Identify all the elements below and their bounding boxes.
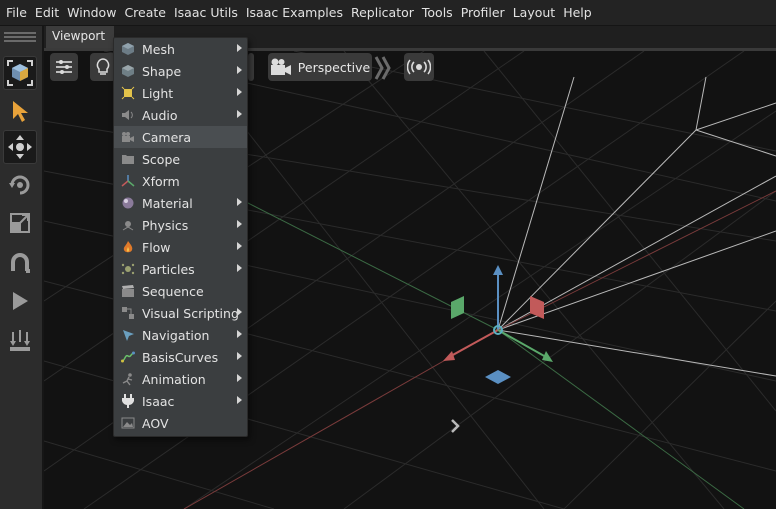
physics-icon (120, 217, 136, 233)
physics-load-button[interactable] (3, 324, 37, 358)
menu-item-isaac[interactable]: Isaac (114, 390, 247, 412)
submenu-arrow-icon (237, 352, 242, 360)
play-icon (13, 292, 28, 310)
move-tool-button[interactable] (3, 130, 37, 164)
menu-item-material[interactable]: Material (114, 192, 247, 214)
material-sphere-icon (120, 195, 136, 211)
create-menu: Mesh Shape Light Audio Camera Scope Xfor… (113, 37, 248, 437)
menu-item-xform[interactable]: Xform (114, 170, 247, 192)
viewport-settings-button[interactable] (50, 53, 78, 81)
particles-icon (120, 261, 136, 277)
drop-arrows-icon (10, 330, 30, 351)
light-icon (120, 85, 136, 101)
menu-replicator[interactable]: Replicator (347, 0, 418, 25)
submenu-arrow-icon (237, 308, 242, 316)
camera-label: Perspective (297, 59, 371, 75)
submenu-arrow-icon (237, 264, 242, 272)
submenu-arrow-icon (237, 396, 242, 404)
menu-item-animation[interactable]: Animation (114, 368, 247, 390)
rotate-icon (9, 175, 30, 195)
broadcast-icon (407, 59, 431, 75)
menu-item-audio[interactable]: Audio (114, 104, 247, 126)
submenu-arrow-icon (237, 242, 242, 250)
menu-item-physics[interactable]: Physics (114, 214, 247, 236)
sliders-icon (56, 60, 72, 74)
menu-item-navigation[interactable]: Navigation (114, 324, 247, 346)
menu-item-basiscurves[interactable]: BasisCurves (114, 346, 247, 368)
render-mode-button-edge[interactable] (248, 53, 254, 81)
submenu-arrow-icon (237, 198, 242, 206)
animation-icon (120, 371, 136, 387)
menu-isaac-utils[interactable]: Isaac Utils (170, 0, 242, 25)
submenu-arrow-icon (237, 374, 242, 382)
rotate-tool-button[interactable] (3, 168, 37, 202)
audio-icon (120, 107, 136, 123)
visual-scripting-icon (120, 305, 136, 321)
clapperboard-icon (120, 283, 136, 299)
snap-button[interactable] (3, 246, 37, 280)
submenu-arrow-icon (237, 330, 242, 338)
submenu-arrow-icon (237, 66, 242, 74)
scale-tool-button[interactable] (3, 206, 37, 240)
menu-bar: File Edit Window Create Isaac Utils Isaa… (0, 0, 776, 26)
play-button[interactable] (3, 284, 37, 318)
menu-item-aov[interactable]: AOV (114, 412, 247, 434)
lightbulb-icon (96, 58, 110, 75)
plug-icon (120, 393, 136, 409)
menu-help[interactable]: Help (559, 0, 596, 25)
menu-item-particles[interactable]: Particles (114, 258, 247, 280)
menu-item-camera[interactable]: Camera (114, 126, 247, 148)
menu-item-shape[interactable]: Shape (114, 60, 247, 82)
double-chevron-icon[interactable] (374, 55, 392, 81)
submenu-arrow-icon (237, 110, 242, 118)
menu-tools[interactable]: Tools (418, 0, 457, 25)
camera-select-button[interactable]: Perspective (268, 53, 372, 81)
menu-create[interactable]: Create (120, 0, 170, 25)
submenu-arrow-icon (237, 44, 242, 52)
submenu-arrow-icon (237, 220, 242, 228)
left-toolbar (0, 26, 44, 509)
menu-file[interactable]: File (0, 0, 31, 25)
move-arrows-icon (8, 135, 32, 159)
magnet-icon (11, 253, 30, 273)
image-icon (120, 415, 136, 431)
tab-viewport[interactable]: Viewport (46, 26, 114, 48)
shape-icon (120, 63, 136, 79)
menu-item-mesh[interactable]: Mesh (114, 38, 247, 60)
menu-item-light[interactable]: Light (114, 82, 247, 104)
menu-edit[interactable]: Edit (31, 0, 63, 25)
cube-select-icon (7, 60, 33, 86)
menu-isaac-examples[interactable]: Isaac Examples (242, 0, 347, 25)
menu-window[interactable]: Window (63, 0, 120, 25)
mesh-icon (120, 41, 136, 57)
submenu-arrow-icon (237, 88, 242, 96)
navigation-icon (120, 327, 136, 343)
menu-item-scope[interactable]: Scope (114, 148, 247, 170)
flame-icon (120, 239, 136, 255)
menu-item-sequence[interactable]: Sequence (114, 280, 247, 302)
camera-icon (120, 129, 136, 145)
menu-profiler[interactable]: Profiler (457, 0, 509, 25)
folder-icon (120, 151, 136, 167)
select-tool-button[interactable] (3, 94, 37, 128)
scale-icon (10, 213, 30, 233)
menu-item-visual-scripting[interactable]: Visual Scripting (114, 302, 247, 324)
toolbar-grip-icon[interactable] (4, 32, 36, 44)
curve-icon (120, 349, 136, 365)
broadcast-button[interactable] (404, 53, 434, 81)
select-mode-button[interactable] (3, 56, 37, 90)
menu-item-flow[interactable]: Flow (114, 236, 247, 258)
camera-icon (270, 58, 291, 75)
menu-layout[interactable]: Layout (509, 0, 560, 25)
xform-icon (120, 173, 136, 189)
pointer-arrow-icon (13, 101, 28, 122)
